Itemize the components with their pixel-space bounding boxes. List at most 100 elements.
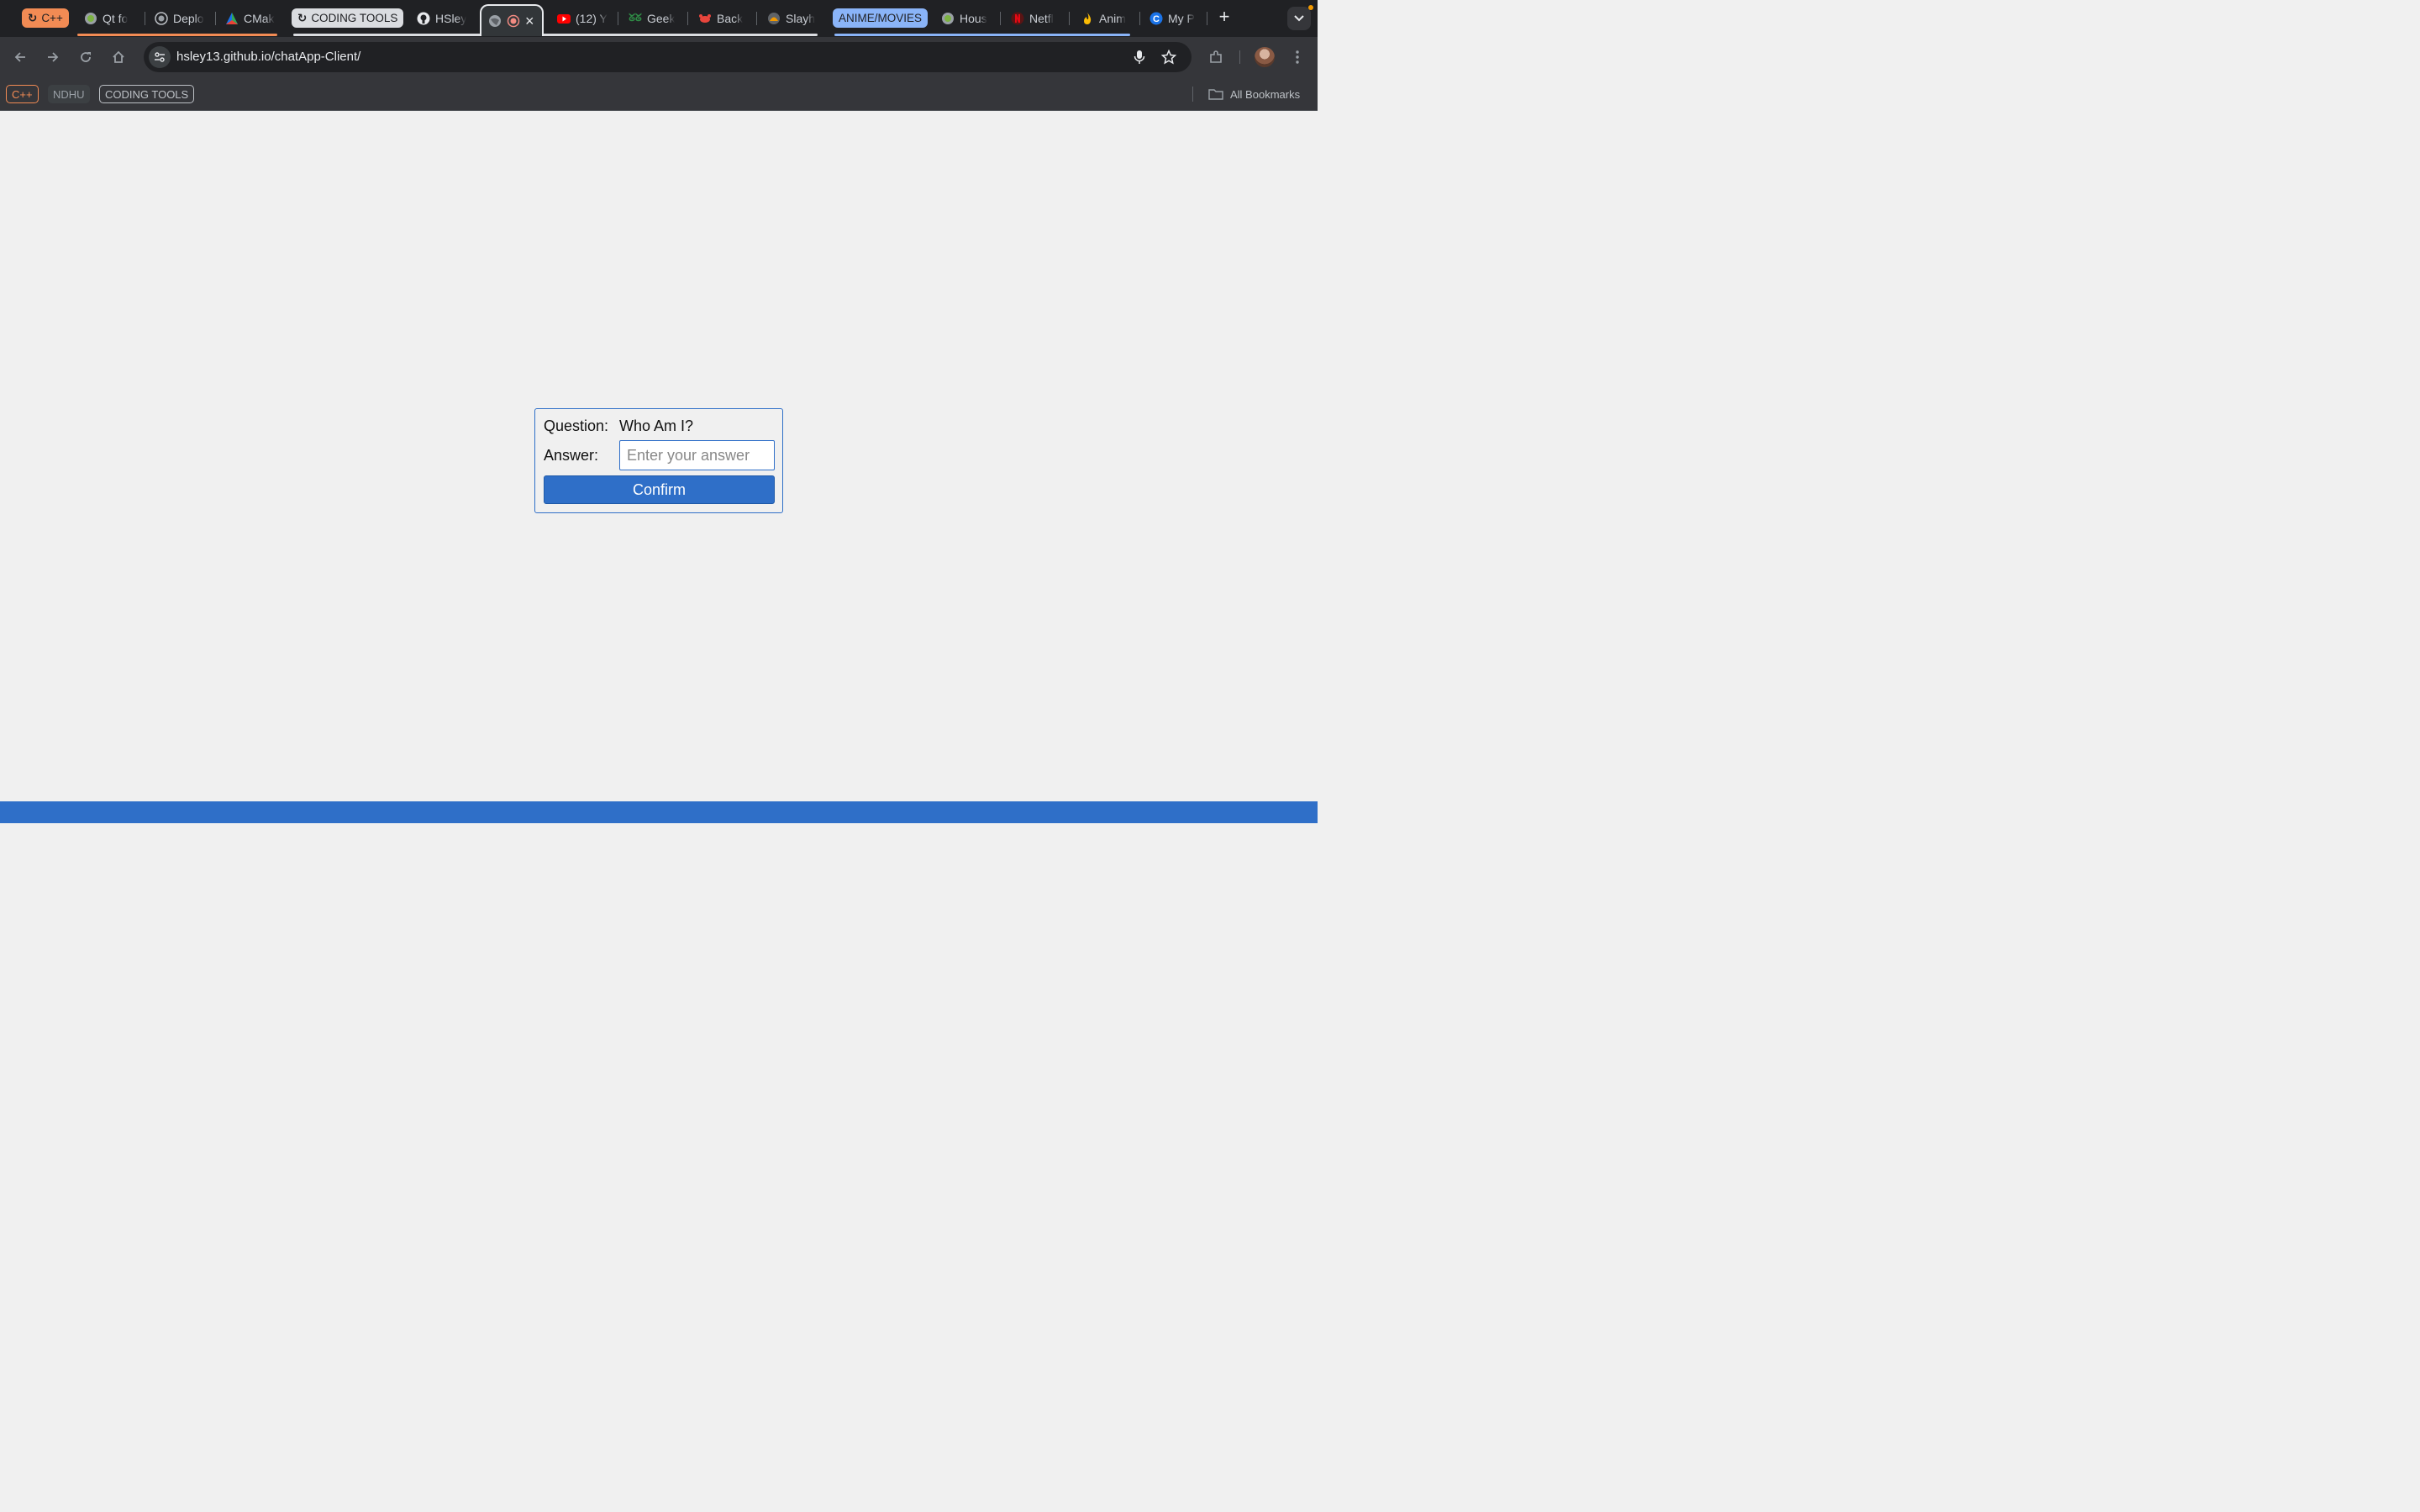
reload-button[interactable]	[76, 47, 96, 67]
tab-title: (12) Y	[576, 11, 608, 25]
arrow-left-icon	[14, 52, 25, 62]
tab-title: HSley	[435, 11, 467, 25]
tab-title: Back	[717, 11, 744, 25]
tab-separator	[215, 12, 216, 25]
home-button[interactable]	[108, 47, 129, 67]
tab-title: Qt fo	[103, 11, 129, 25]
tab-separator	[687, 12, 688, 25]
record-icon	[507, 14, 520, 28]
tab-separator	[1000, 12, 1001, 25]
site-info-button[interactable]	[149, 46, 171, 68]
qt-globe-icon	[84, 12, 97, 25]
bookmarks-divider	[1192, 87, 1193, 102]
puzzle-icon	[1210, 50, 1222, 63]
confirm-button[interactable]: Confirm	[544, 475, 775, 504]
tab-netflix[interactable]: Netfl	[1011, 6, 1060, 30]
tab-qt[interactable]: Qt fo	[84, 6, 134, 30]
answer-label: Answer:	[544, 447, 599, 464]
question-label: Question:	[544, 417, 609, 434]
tab-deploy[interactable]: Deplo	[155, 6, 205, 30]
url-text[interactable]: hsley13.github.io/chatApp-Client/	[176, 50, 360, 64]
tab-title: Anim	[1099, 11, 1126, 25]
tab-title: Hous	[960, 11, 987, 25]
tab-group-underline	[77, 34, 277, 36]
group-link-icon: ↻	[297, 11, 308, 24]
c-logo-icon: C	[1150, 12, 1163, 25]
tab-group-label: C++	[41, 12, 63, 24]
browser-menu-button[interactable]	[1287, 47, 1307, 67]
star-icon	[1161, 50, 1176, 65]
tab-search-button[interactable]	[1287, 7, 1311, 30]
forward-button[interactable]	[43, 47, 63, 67]
group-link-icon: ↻	[28, 11, 38, 24]
tab-back[interactable]: Back	[698, 6, 747, 30]
bookmark-group-coding-tools[interactable]: CODING TOOLS	[99, 85, 195, 103]
bookmark-group-cpp[interactable]: C++	[6, 85, 39, 103]
arrow-right-icon	[48, 52, 59, 62]
github-icon	[417, 12, 430, 25]
profile-avatar[interactable]	[1255, 47, 1275, 67]
reload-icon	[81, 52, 91, 62]
tab-my-p[interactable]: C My P	[1150, 6, 1198, 30]
tab-separator	[756, 12, 757, 25]
tab-group-label: CODING TOOLS	[311, 12, 398, 24]
answer-input[interactable]	[619, 440, 775, 470]
bookmark-label: CODING TOOLS	[105, 87, 189, 101]
tab-title: Deplo	[173, 11, 204, 25]
tab-title: My P	[1168, 11, 1195, 25]
tab-group-anime-movies[interactable]: ANIME/MOVIES	[833, 8, 929, 28]
bottom-bar	[0, 801, 1318, 823]
tab-title: CMak	[244, 11, 275, 25]
flame-icon	[1081, 12, 1094, 25]
tab-group-label: ANIME/MOVIES	[839, 12, 923, 24]
toolbar-divider	[1239, 50, 1240, 64]
bookmarks-bar: C++ NDHU CODING TOOLS All Bookmarks	[0, 77, 1318, 111]
close-tab-icon[interactable]: ×	[525, 13, 534, 29]
tab-separator	[1069, 12, 1070, 25]
tab-group-underline	[834, 34, 1130, 36]
bookmark-group-ndhu[interactable]: NDHU	[48, 85, 90, 103]
tab-github[interactable]: HSley	[417, 6, 469, 30]
kebab-menu-icon	[1296, 50, 1299, 64]
tab-youtube[interactable]: (12) Y	[557, 6, 608, 30]
home-icon	[113, 50, 124, 63]
microphone-icon	[1134, 50, 1145, 64]
back-button[interactable]	[10, 47, 30, 67]
slay-icon	[767, 12, 781, 25]
browser-toolbar: hsley13.github.io/chatApp-Client/	[0, 37, 1318, 77]
tab-title: Geek	[647, 11, 676, 25]
extensions-button[interactable]	[1206, 47, 1226, 67]
tab-active-chatapp[interactable]: ×	[480, 4, 544, 36]
globe-icon	[941, 12, 955, 25]
address-bar[interactable]: hsley13.github.io/chatApp-Client/	[144, 42, 1192, 72]
bookmark-label: C++	[12, 87, 33, 101]
tab-house[interactable]: Hous	[941, 6, 990, 30]
tab-separator	[1139, 12, 1140, 25]
folder-icon	[1208, 89, 1223, 100]
tab-anime[interactable]: Anim	[1081, 6, 1129, 30]
tab-cmake[interactable]: CMak	[225, 6, 276, 30]
svg-text:C: C	[1153, 14, 1160, 24]
question-dialog: Question: Who Am I? Answer: Confirm	[534, 408, 783, 513]
tune-icon	[155, 52, 165, 62]
crab-icon	[698, 12, 712, 25]
bookmark-star-button[interactable]	[1160, 49, 1177, 66]
new-tab-button[interactable]: +	[1215, 8, 1234, 27]
question-text: Who Am I?	[619, 417, 694, 434]
update-dot	[1308, 5, 1313, 10]
voice-search-button[interactable]	[1131, 49, 1148, 66]
tab-title: Slayh	[786, 11, 816, 25]
all-bookmarks-button[interactable]: All Bookmarks	[1208, 85, 1300, 103]
tab-strip: ↻ C++ Qt fo Deplo CMak ↻ CODING TOOLS HS…	[0, 0, 1318, 37]
tab-title: Netfl	[1029, 11, 1054, 25]
netflix-icon	[1011, 12, 1024, 25]
tab-group-coding-tools[interactable]: ↻ CODING TOOLS	[292, 8, 404, 28]
tab-geeksforgeeks[interactable]: ᘜᘜ Geek	[629, 6, 677, 30]
all-bookmarks-label: All Bookmarks	[1230, 87, 1301, 101]
globe-icon	[488, 14, 502, 28]
bookmark-label: NDHU	[53, 87, 85, 101]
geeksforgeeks-icon: ᘜᘜ	[629, 12, 642, 24]
tab-group-cpp[interactable]: ↻ C++	[22, 8, 69, 28]
tab-slay[interactable]: Slayh	[767, 6, 816, 30]
globe-icon	[155, 11, 168, 25]
